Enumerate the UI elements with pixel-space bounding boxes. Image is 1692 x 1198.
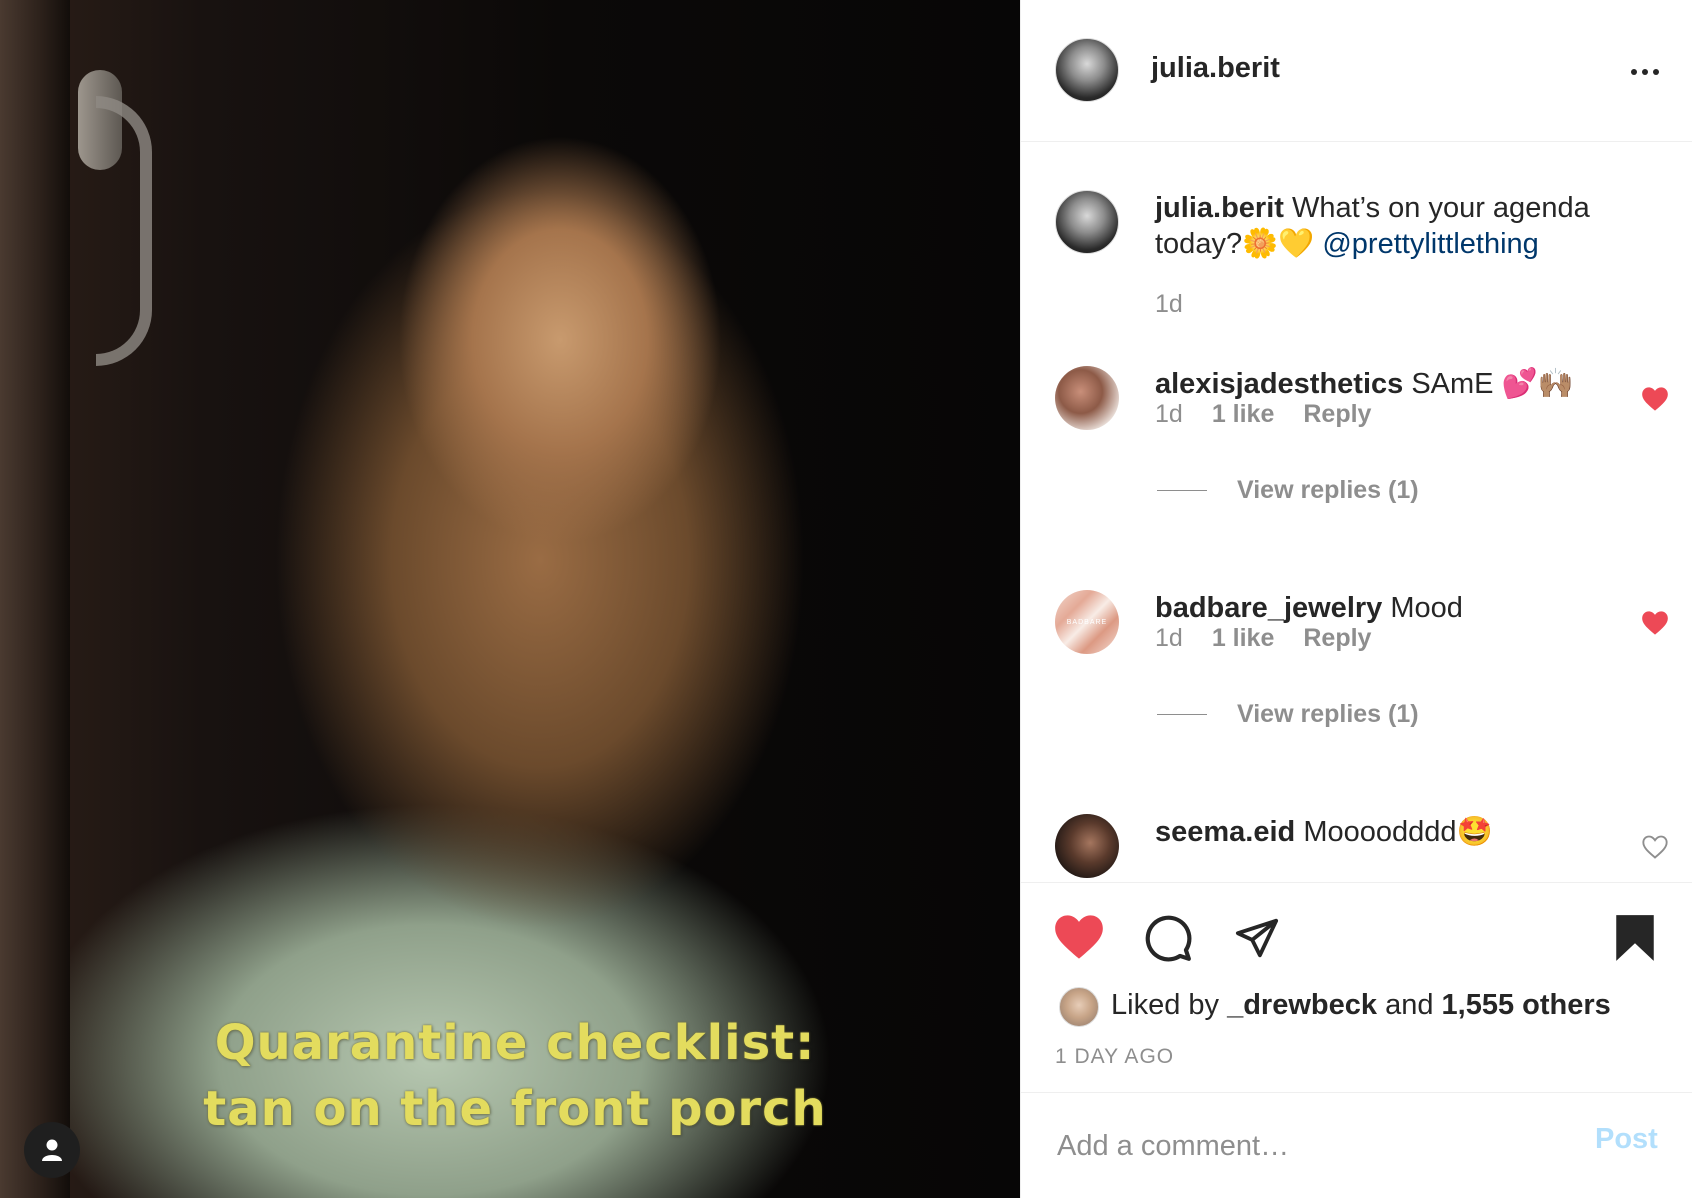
comment-text: SAmE 💕🙌🏽: [1411, 368, 1574, 400]
comment-body: alexisjadesthetics SAmE 💕🙌🏽: [1155, 366, 1625, 402]
caption-body: julia.berit What’s on your agenda today?…: [1155, 190, 1635, 262]
post-actions: Liked by _drewbeck and 1,555 others 1 DA…: [1021, 882, 1692, 1092]
liked-by-text: Liked by _drewbeck and 1,555 others: [1111, 989, 1611, 1022]
post-comment-button[interactable]: Post: [1595, 1123, 1658, 1156]
view-replies-button[interactable]: View replies (1): [1157, 700, 1419, 729]
comment-body: seema.eid Moooodddd🤩: [1155, 814, 1625, 850]
comment-reply-button[interactable]: Reply: [1303, 624, 1371, 653]
comment-time[interactable]: 1d: [1155, 624, 1183, 653]
author-avatar[interactable]: [1055, 38, 1119, 102]
comment-likes[interactable]: 1 like: [1212, 624, 1275, 653]
door-frame: [0, 0, 70, 1198]
post-side-panel: julia.berit julia.berit What’s on your a…: [1020, 0, 1692, 1198]
add-comment-input[interactable]: [1055, 1123, 1559, 1169]
photo-text-overlay: Quarantine checklist: tan on the front p…: [150, 1010, 880, 1142]
caption-mention[interactable]: @prettylittlething: [1322, 228, 1538, 260]
author-username[interactable]: julia.berit: [1151, 52, 1280, 85]
view-replies-line: [1157, 714, 1207, 715]
caption-avatar[interactable]: [1055, 190, 1119, 254]
door-handle: [96, 96, 152, 366]
comment-avatar[interactable]: BADBARE: [1055, 590, 1119, 654]
comment-username[interactable]: alexisjadesthetics: [1155, 368, 1403, 400]
comment-meta-row: 1d 1 like Reply: [1155, 624, 1371, 653]
view-replies-label: View replies (1): [1237, 700, 1419, 728]
comment-like-heart-icon[interactable]: [1641, 386, 1669, 412]
post-timestamp[interactable]: 1 DAY AGO: [1055, 1045, 1174, 1069]
comment-avatar[interactable]: [1055, 814, 1119, 878]
caption-username[interactable]: julia.berit: [1155, 192, 1284, 224]
liked-by-others[interactable]: 1,555 others: [1442, 989, 1611, 1021]
badbare-logo-text: BADBARE: [1066, 618, 1108, 626]
share-icon[interactable]: [1233, 915, 1281, 961]
add-comment-bar: Post: [1021, 1092, 1692, 1198]
comment-body: badbare_jewelry Mood: [1155, 590, 1625, 626]
comment-likes[interactable]: 1 like: [1212, 400, 1275, 429]
more-options-icon[interactable]: [1623, 58, 1667, 86]
user-tag-icon: [42, 1139, 62, 1161]
view-replies-line: [1157, 490, 1207, 491]
comment-reply-button[interactable]: Reply: [1303, 400, 1371, 429]
bookmark-icon[interactable]: [1613, 913, 1657, 963]
comment-text: Moooodddd🤩: [1303, 816, 1493, 848]
liked-by-user[interactable]: _drewbeck: [1227, 989, 1377, 1021]
comment-text: Mood: [1390, 592, 1463, 624]
heart-icon[interactable]: [1053, 913, 1105, 961]
liked-by-prefix: Liked by: [1111, 989, 1220, 1021]
comment-time[interactable]: 1d: [1155, 400, 1183, 429]
comment-username[interactable]: badbare_jewelry: [1155, 592, 1382, 624]
caption-time[interactable]: 1d: [1155, 290, 1183, 319]
post-photo[interactable]: Quarantine checklist: tan on the front p…: [0, 0, 1020, 1198]
comment-like-heart-icon[interactable]: [1641, 610, 1669, 636]
comments-section: julia.berit What’s on your agenda today?…: [1021, 142, 1692, 882]
comment-meta-row: 1d 1 like Reply: [1155, 400, 1371, 429]
overlay-line-1: Quarantine checklist:: [214, 1015, 816, 1071]
comment-icon[interactable]: [1143, 913, 1193, 963]
comment-username[interactable]: seema.eid: [1155, 816, 1295, 848]
caption-meta: 1d: [1155, 290, 1183, 319]
comment-like-heart-icon[interactable]: [1641, 834, 1669, 860]
overlay-line-2: tan on the front porch: [203, 1081, 827, 1137]
user-tag-button[interactable]: [24, 1122, 80, 1178]
liker-avatar[interactable]: [1059, 987, 1099, 1027]
view-replies-button[interactable]: View replies (1): [1157, 476, 1419, 505]
liked-by-and: and: [1385, 989, 1434, 1021]
view-replies-label: View replies (1): [1237, 476, 1419, 504]
comment-avatar[interactable]: [1055, 366, 1119, 430]
post-header: julia.berit: [1021, 0, 1692, 142]
